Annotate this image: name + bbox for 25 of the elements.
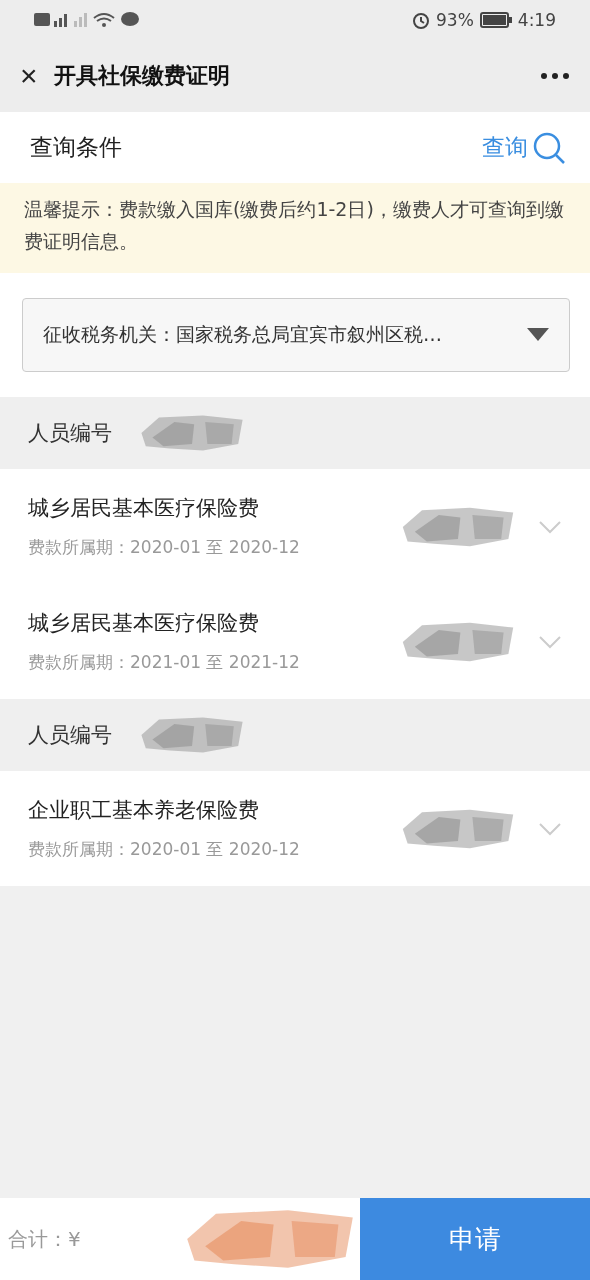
search-icon bbox=[532, 130, 566, 165]
fee-name: 企业职工基本养老保险费 bbox=[28, 797, 260, 824]
fee-name: 城乡居民基本医疗保险费 bbox=[28, 495, 260, 522]
page-title: 开具社保缴费证明 bbox=[53, 62, 231, 90]
notice-text: 温馨提示：费款缴入国库(缴费后约1-2日)，缴费人才可查询到缴费证明信息。 bbox=[0, 183, 590, 273]
apply-button[interactable]: 申请 bbox=[360, 1198, 590, 1280]
battery-percent: 93% bbox=[436, 10, 474, 30]
fee-period: 费款所属期：2020-01 至 2020-12 bbox=[28, 536, 301, 559]
more-icon[interactable] bbox=[540, 72, 570, 80]
section-title: 查询条件 bbox=[30, 133, 122, 162]
person-id-label: 人员编号 bbox=[28, 420, 112, 447]
tax-office-dropdown[interactable]: 征收税务机关：国家税务总局宜宾市叙州区税… bbox=[22, 298, 570, 372]
close-button[interactable]: × bbox=[20, 61, 38, 91]
chevron-down-icon bbox=[538, 821, 562, 836]
chevron-down-icon bbox=[538, 634, 562, 649]
fee-period: 费款所属期：2020-01 至 2020-12 bbox=[28, 838, 301, 861]
person-id-label: 人员编号 bbox=[28, 722, 112, 749]
fee-period: 费款所属期：2021-01 至 2021-12 bbox=[28, 651, 301, 674]
chevron-down-icon bbox=[538, 519, 562, 534]
fee-name: 城乡居民基本医疗保险费 bbox=[28, 610, 260, 637]
clock-time: 4:19 bbox=[517, 10, 556, 30]
dropdown-arrow-icon bbox=[527, 328, 549, 342]
alarm-icon bbox=[412, 11, 430, 29]
battery-icon bbox=[479, 12, 512, 28]
total-amount: 合计：¥ bbox=[7, 1225, 82, 1253]
